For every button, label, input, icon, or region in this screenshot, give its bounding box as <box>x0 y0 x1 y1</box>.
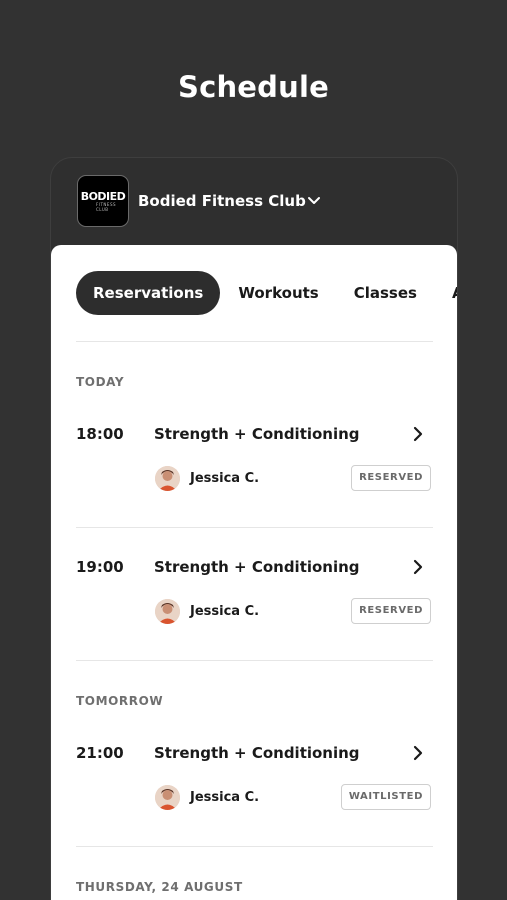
status-badge: WAITLISTED <box>340 784 431 810</box>
divider <box>76 660 433 661</box>
coach-name: Jessica C. <box>190 790 260 805</box>
class-title: Strength + Conditioning <box>154 558 360 576</box>
divider <box>76 846 433 847</box>
status-badge: RESERVED <box>351 598 431 624</box>
coach-avatar <box>155 599 180 624</box>
club-selector[interactable]: BODIED FITNESS CLUB Bodied Fitness Club <box>51 158 457 246</box>
club-name: Bodied Fitness Club <box>138 192 306 210</box>
section-label-thursday: THURSDAY, 24 AUGUST <box>76 880 243 894</box>
class-time: 19:00 <box>76 558 124 576</box>
tab-bar: Reservations Workouts Classes Ap <box>76 271 457 315</box>
reservation-item[interactable]: 18:00 Strength + Conditioning Jessica C.… <box>51 425 457 535</box>
logo-text: BODIED <box>80 189 126 203</box>
divider <box>76 341 433 342</box>
chevron-right-icon[interactable] <box>411 426 425 442</box>
chevron-down-icon[interactable] <box>307 194 321 208</box>
class-title: Strength + Conditioning <box>154 425 360 443</box>
chevron-right-icon[interactable] <box>411 745 425 761</box>
reservation-item[interactable]: 21:00 Strength + Conditioning Jessica C.… <box>51 744 457 854</box>
class-time: 18:00 <box>76 425 124 443</box>
schedule-content: Reservations Workouts Classes Ap TODAY 1… <box>51 245 457 900</box>
tab-apps[interactable]: Ap <box>435 271 457 315</box>
logo-subtext: FITNESS CLUB <box>96 201 117 212</box>
status-badge: RESERVED <box>351 465 431 491</box>
class-time: 21:00 <box>76 744 124 762</box>
tab-workouts[interactable]: Workouts <box>221 271 335 315</box>
app-frame: BODIED FITNESS CLUB Bodied Fitness Club … <box>50 157 458 900</box>
tab-reservations[interactable]: Reservations <box>76 271 221 315</box>
coach-avatar <box>155 466 180 491</box>
section-label-today: TODAY <box>76 375 125 389</box>
page-title: Schedule <box>177 70 329 104</box>
class-title: Strength + Conditioning <box>154 744 360 762</box>
tab-classes[interactable]: Classes <box>337 271 434 315</box>
section-label-tomorrow: TOMORROW <box>76 694 164 708</box>
coach-name: Jessica C. <box>190 471 260 486</box>
divider <box>76 527 433 528</box>
club-logo: BODIED FITNESS CLUB <box>77 175 129 227</box>
reservation-item[interactable]: 19:00 Strength + Conditioning Jessica C.… <box>51 558 457 668</box>
chevron-right-icon[interactable] <box>411 559 425 575</box>
coach-avatar <box>155 785 180 810</box>
coach-name: Jessica C. <box>190 604 260 619</box>
